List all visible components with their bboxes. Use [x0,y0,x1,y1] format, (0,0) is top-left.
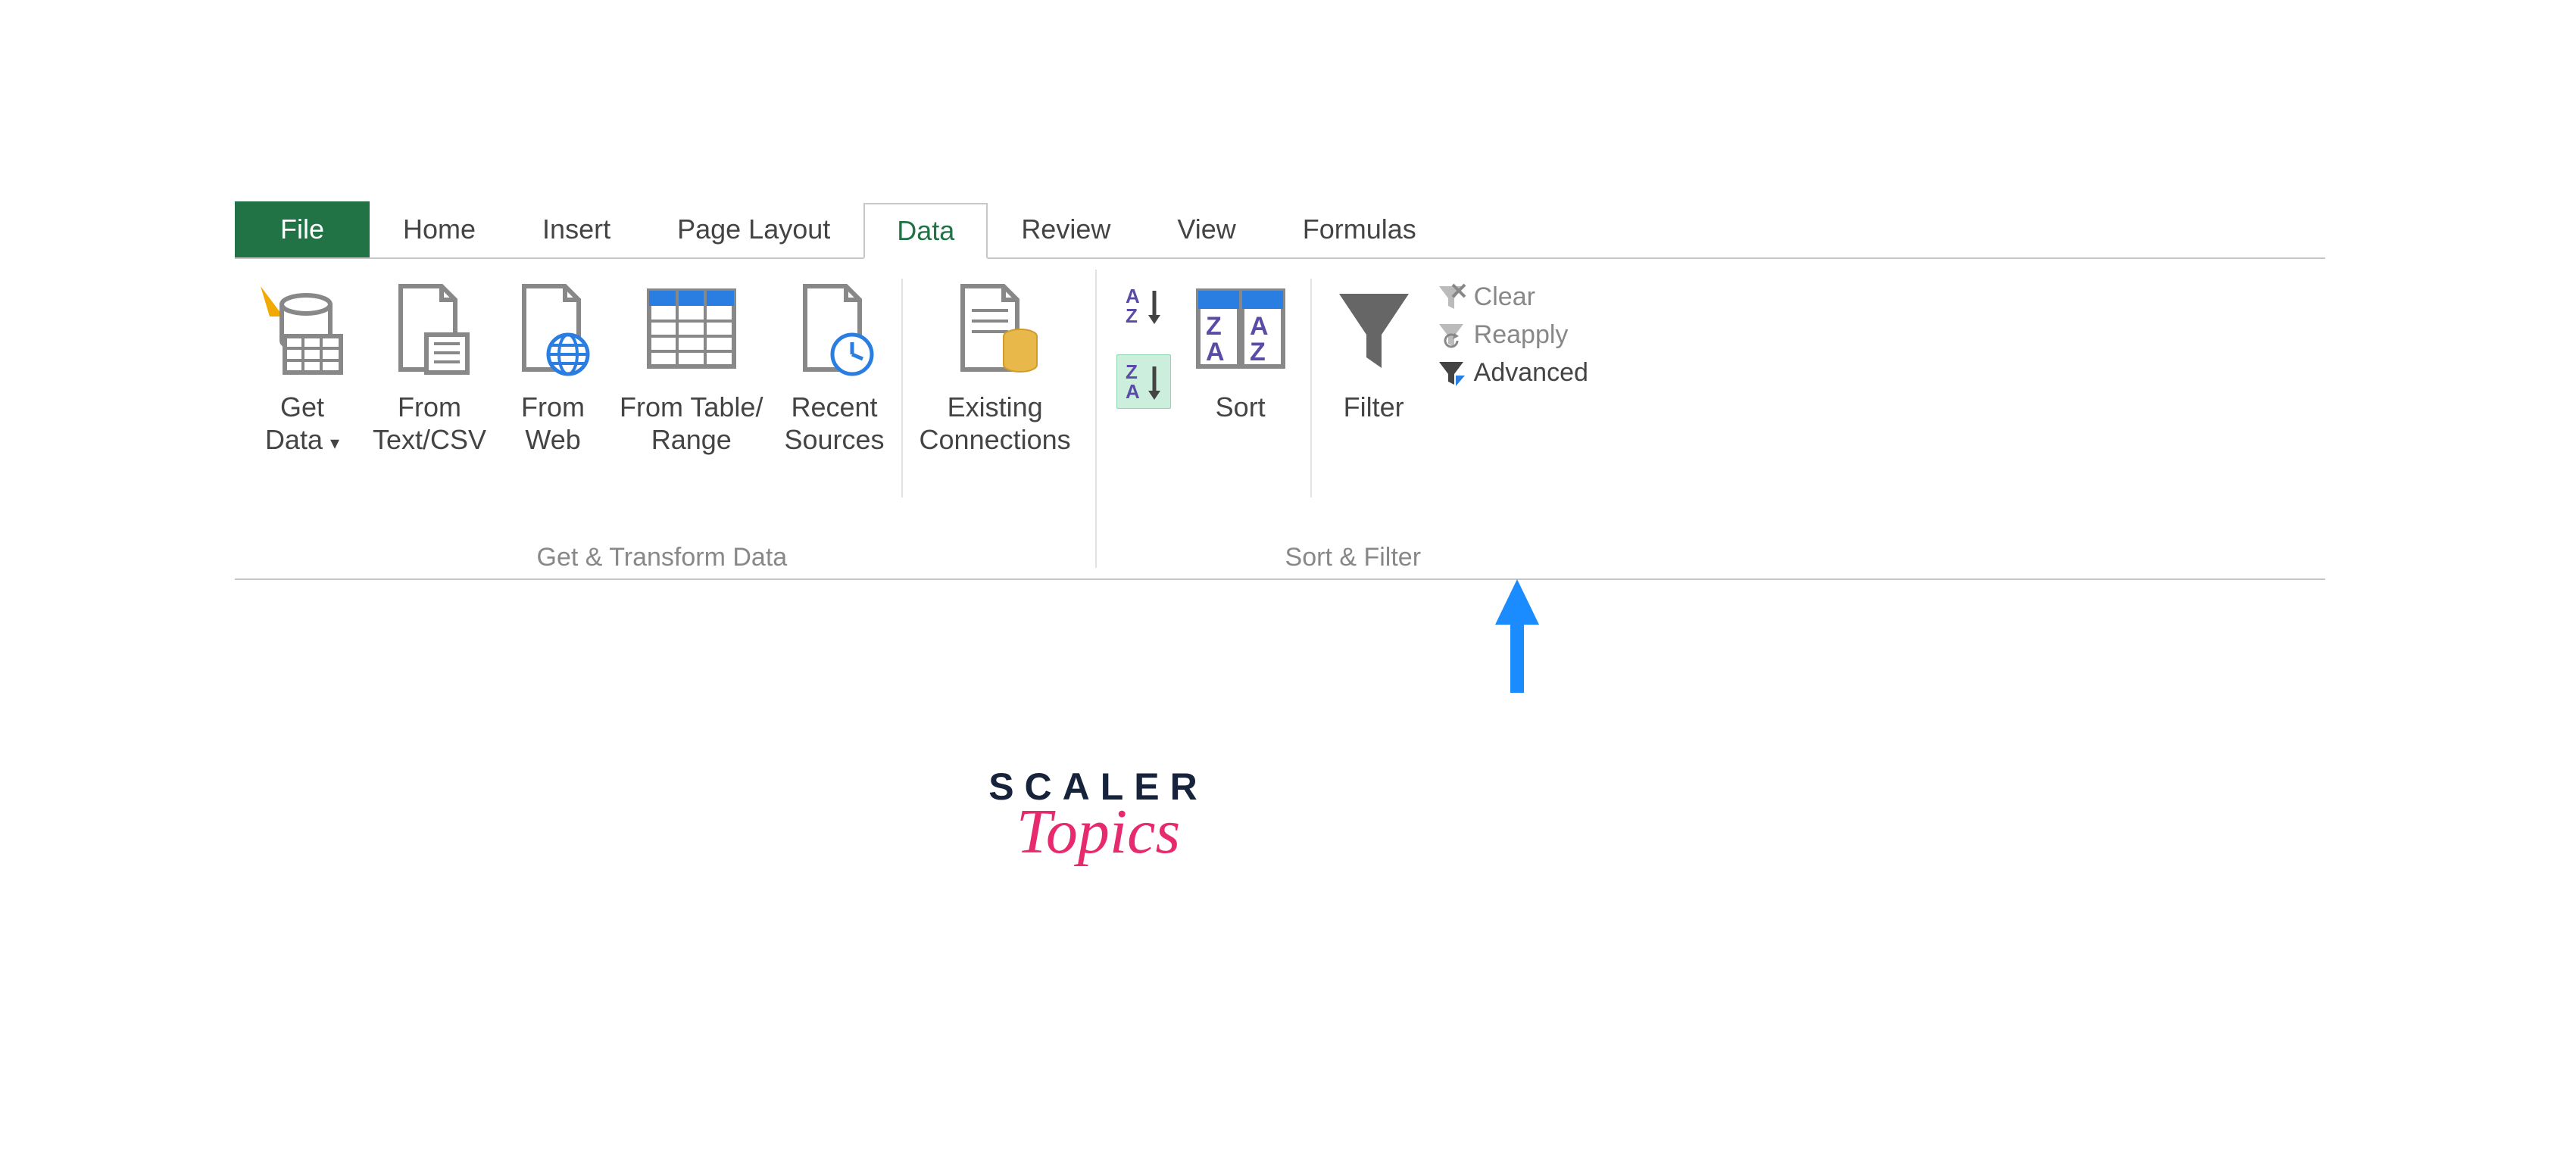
sort-az-icon: A Z [1121,283,1166,329]
get-data-button[interactable]: Get Data ▾ [242,268,362,538]
advanced-label: Advanced [1474,358,1588,388]
get-data-label: Get Data ▾ [265,391,339,456]
sort-za-icon: Z A [1121,359,1166,404]
filter-icon [1329,273,1419,386]
existing-connections-button[interactable]: Existing Connections [909,268,1082,538]
separator [901,279,903,497]
filter-label: Filter [1344,391,1404,423]
cursor-arrow-icon [1491,579,1544,700]
recent-sources-label: Recent Sources [784,391,884,456]
advanced-filter-icon [1436,357,1466,388]
from-table-range-button[interactable]: From Table/ Range [609,268,773,538]
tab-formulas[interactable]: Formulas [1269,201,1450,257]
reapply-label: Reapply [1474,320,1569,350]
tab-home[interactable]: Home [370,201,509,257]
tab-data[interactable]: Data [863,203,988,259]
clear-filter-button[interactable]: Clear [1436,282,1588,312]
from-text-csv-icon [384,273,475,386]
from-text-csv-button[interactable]: From Text/CSV [362,268,497,538]
recent-sources-icon [788,273,879,386]
sort-ascending-button[interactable]: A Z [1116,279,1171,333]
sort-label: Sort [1216,391,1266,423]
existing-connections-icon [946,273,1044,386]
tab-file[interactable]: File [235,201,370,257]
separator [1310,279,1312,497]
group-sort-filter: A Z Z A [1103,259,1603,578]
sort-descending-button[interactable]: Z A [1116,354,1171,409]
from-web-icon [507,273,598,386]
group-sort-filter-label: Sort & Filter [1110,538,1596,574]
sort-button[interactable]: Z A A Z Sort [1177,268,1304,538]
svg-text:A: A [1250,312,1269,341]
filter-button[interactable]: Filter [1318,268,1430,538]
from-web-label: From Web [521,391,585,456]
from-text-csv-label: From Text/CSV [373,391,486,456]
separator [1095,270,1097,568]
ribbon: Get Data ▾ From Text/CSV [235,257,2325,580]
scaler-topics-logo: SCALER Topics [947,765,1250,868]
tab-view[interactable]: View [1144,201,1269,257]
sort-icon: Z A A Z [1188,273,1294,386]
tab-review[interactable]: Review [988,201,1144,257]
tab-insert[interactable]: Insert [509,201,644,257]
tab-page-layout[interactable]: Page Layout [644,201,863,257]
from-web-button[interactable]: From Web [497,268,609,538]
existing-connections-label: Existing Connections [920,391,1071,456]
from-table-range-icon [639,273,745,386]
svg-text:Z: Z [1206,312,1222,341]
reapply-filter-button[interactable]: Reapply [1436,320,1588,350]
svg-text:A: A [1126,380,1140,403]
group-get-transform-label: Get & Transform Data [242,538,1082,574]
svg-text:Z: Z [1126,304,1138,327]
advanced-filter-button[interactable]: Advanced [1436,357,1588,388]
excel-ribbon-container: File Home Insert Page Layout Data Review… [235,204,2325,580]
clear-label: Clear [1474,282,1535,312]
clear-filter-icon [1436,282,1466,312]
from-table-range-label: From Table/ Range [620,391,763,456]
ribbon-tabs: File Home Insert Page Layout Data Review… [235,204,2325,257]
svg-text:Z: Z [1250,338,1266,366]
group-get-transform-data: Get Data ▾ From Text/CSV [235,259,1089,578]
recent-sources-button[interactable]: Recent Sources [773,268,895,538]
get-data-icon [253,273,351,386]
svg-text:A: A [1206,338,1225,366]
reapply-filter-icon [1436,320,1466,350]
